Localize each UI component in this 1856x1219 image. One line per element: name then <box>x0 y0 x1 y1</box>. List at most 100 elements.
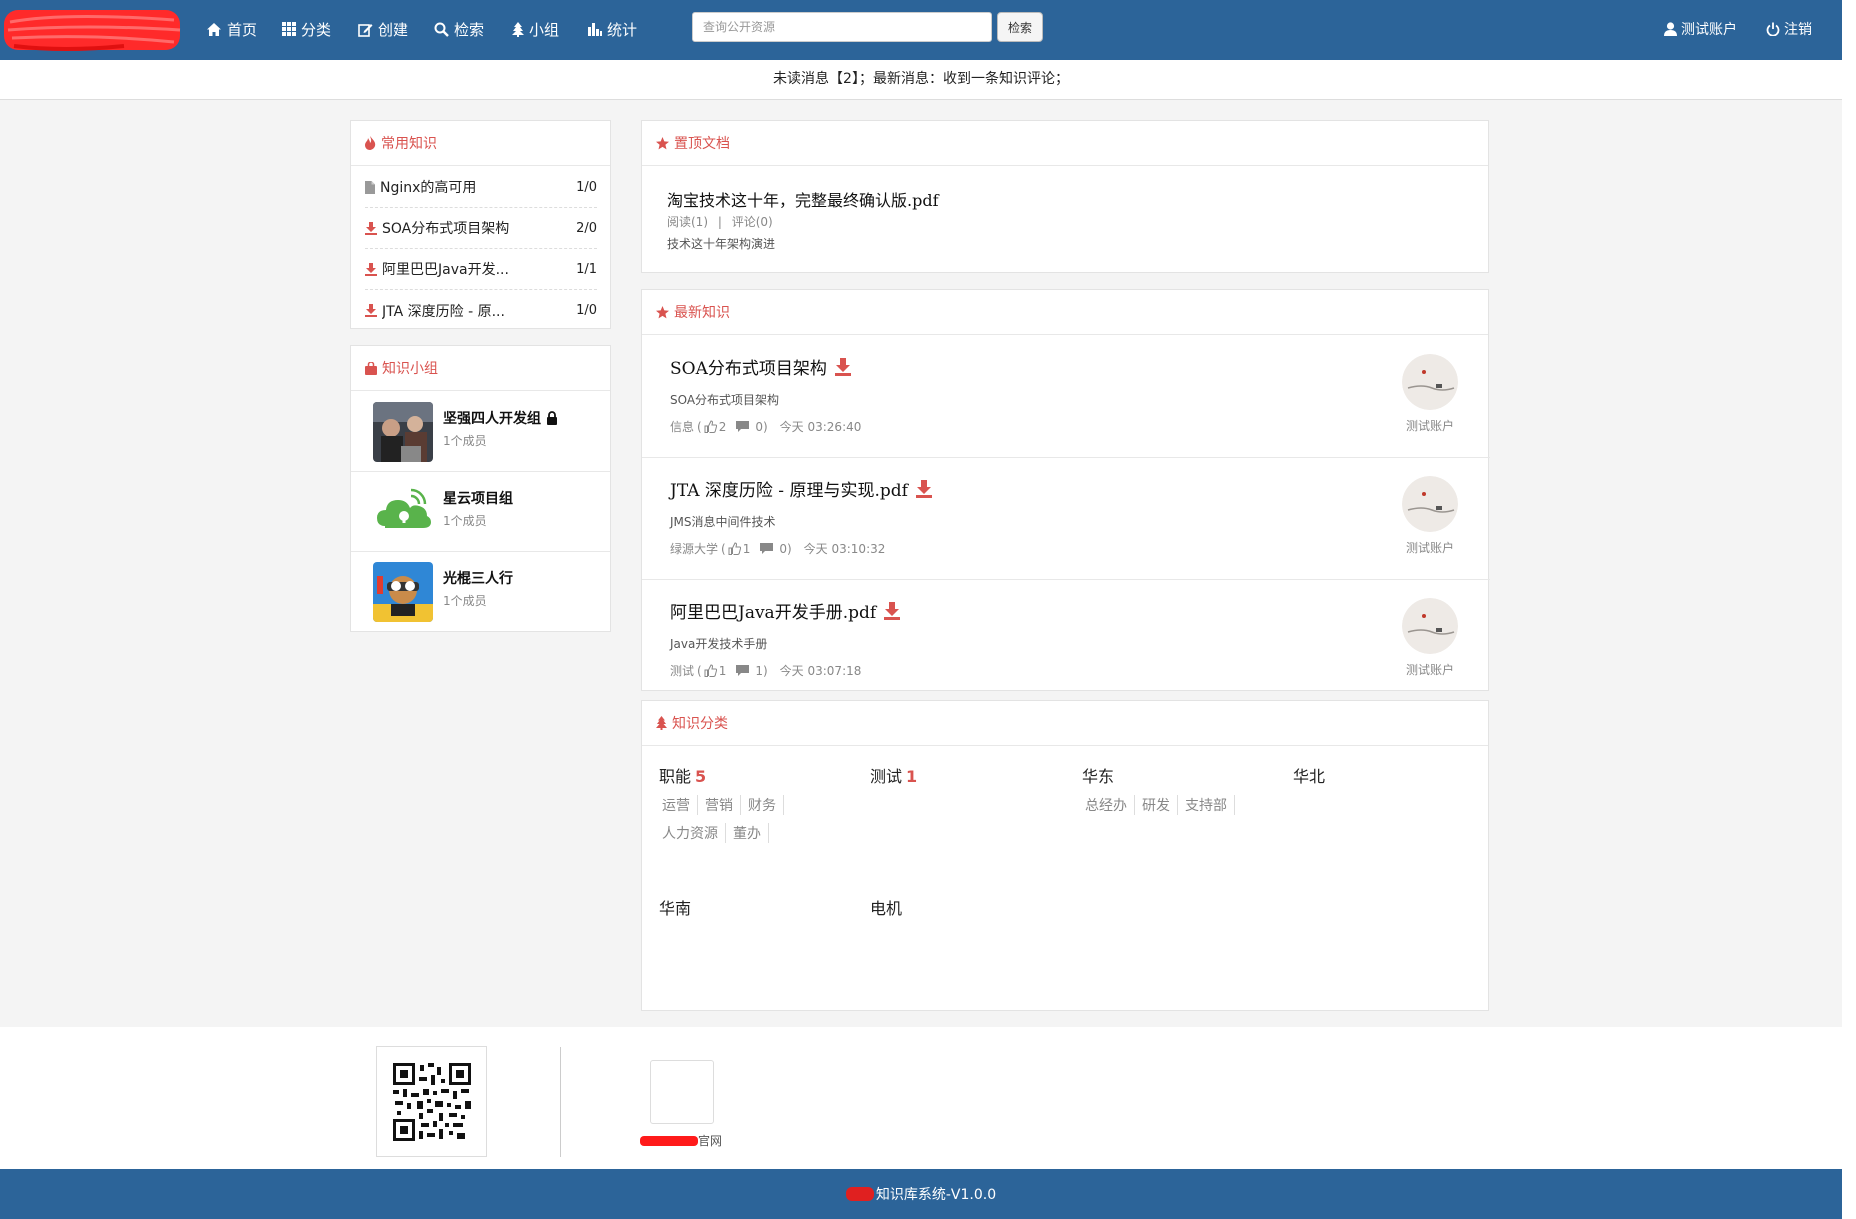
knowledge-category[interactable]: 绿源大学 <box>670 540 718 557</box>
category-group: 华东 总经办 研发 支持部 <box>1082 763 1282 823</box>
category-name: 职能 <box>659 767 692 786</box>
knowledge-title[interactable]: JTA 深度历险 - 原理与实现.pdf <box>670 476 932 501</box>
common-knowledge-item[interactable]: JTA 深度历险 - 原... 1/0 <box>365 290 597 331</box>
pinned-doc-meta: 阅读(1) | 评论(0) <box>667 213 773 230</box>
group-item[interactable]: 星云项目组 1个成员 <box>351 472 610 552</box>
thumbs-up-icon[interactable] <box>704 420 717 433</box>
category-sub[interactable]: 财务 <box>745 795 784 815</box>
group-item[interactable]: 光棍三人行 1个成员 <box>351 552 610 632</box>
category-sub[interactable]: 支持部 <box>1182 795 1235 815</box>
author-name[interactable]: 测试账户 <box>1382 539 1478 556</box>
category-sub[interactable]: 人力资源 <box>659 823 726 843</box>
notice-bar[interactable]: 未读消息【2】；最新消息：收到一条知识评论； <box>0 60 1842 100</box>
home-icon <box>207 22 221 36</box>
knowledge-item: 阿里巴巴Java开发手册.pdf Java开发技术手册 测试 ( 1 1 ) 今… <box>642 580 1490 690</box>
user-icon <box>1664 22 1677 36</box>
nav-stats[interactable]: 统计 <box>588 0 637 58</box>
knowledge-comments: 1 <box>755 663 763 678</box>
knowledge-groups-panel: 知识小组 坚强四人开发组 1个成员 星云项目组 1个成员 光棍三人行 1个成员 <box>350 345 611 632</box>
download-icon[interactable] <box>884 601 901 620</box>
knowledge-title[interactable]: SOA分布式项目架构 <box>670 354 851 379</box>
category-name: 华南 <box>659 899 692 918</box>
grid-icon <box>282 22 296 36</box>
download-icon[interactable] <box>915 479 932 498</box>
knowledge-item: SOA分布式项目架构 SOA分布式项目架构 信息 ( 2 0 ) 今天 03:2… <box>642 336 1490 458</box>
common-knowledge-item-title: SOA分布式项目架构 <box>382 221 510 237</box>
comment-icon[interactable] <box>760 542 774 555</box>
nav-home-label: 首页 <box>227 20 258 39</box>
nav-group[interactable]: 小组 <box>512 0 559 58</box>
category-head[interactable]: 华南 <box>659 895 859 919</box>
search-button[interactable]: 检索 <box>997 12 1043 42</box>
knowledge-meta: 绿源大学 ( 1 0 ) 今天 03:10:32 <box>670 540 886 557</box>
category-name: 测试 <box>870 767 903 786</box>
download-icon <box>365 262 377 276</box>
common-knowledge-item[interactable]: Nginx的高可用 1/0 <box>365 167 597 208</box>
official-site-link[interactable]: 官网 <box>640 1132 722 1149</box>
nav-search-label: 检索 <box>454 20 485 39</box>
knowledge-desc: JMS消息中间件技术 <box>670 515 776 529</box>
top-navbar: 首页 分类 创建 检索 小组 统计 检索 测试账户 注销 <box>0 0 1842 60</box>
footer: 官网 <box>0 1027 1842 1169</box>
category-head[interactable]: 测试 1 <box>870 763 1070 787</box>
comment-icon[interactable] <box>736 420 750 433</box>
common-knowledge-item-title: JTA 深度历险 - 原... <box>382 303 505 320</box>
category-sub[interactable]: 研发 <box>1139 795 1178 815</box>
category-sub[interactable]: 运营 <box>659 795 698 815</box>
knowledge-categories-title: 知识分类 <box>672 716 728 732</box>
knowledge-title[interactable]: 阿里巴巴Java开发手册.pdf <box>670 598 901 623</box>
knowledge-title-text: JTA 深度历险 - 原理与实现.pdf <box>670 481 908 501</box>
knowledge-groups-title: 知识小组 <box>382 361 438 377</box>
logout-link[interactable]: 注销 <box>1766 0 1812 58</box>
pinned-doc-title[interactable]: 淘宝技术这十年，完整最终确认版.pdf <box>667 187 939 211</box>
category-head[interactable]: 职能 5 <box>659 763 859 787</box>
knowledge-time: 今天 03:26:40 <box>779 420 862 434</box>
user-label: 测试账户 <box>1681 22 1737 38</box>
common-knowledge-item[interactable]: SOA分布式项目架构 2/0 <box>365 208 597 249</box>
brand-logo[interactable] <box>4 8 184 52</box>
pinned-doc-reads: 阅读(1) <box>667 215 708 229</box>
comment-icon[interactable] <box>736 664 750 677</box>
category-sub[interactable]: 总经办 <box>1082 795 1135 815</box>
author-avatar[interactable] <box>1402 476 1458 532</box>
author-name[interactable]: 测试账户 <box>1382 417 1478 434</box>
star-icon <box>656 136 669 149</box>
nav-create[interactable]: 创建 <box>358 0 408 58</box>
group-avatar <box>373 402 433 462</box>
nav-home[interactable]: 首页 <box>206 0 257 58</box>
common-knowledge-panel: 常用知识 Nginx的高可用 1/0 SOA分布式项目架构 2/0 阿里巴巴Ja… <box>350 120 611 329</box>
knowledge-item: JTA 深度历险 - 原理与实现.pdf JMS消息中间件技术 绿源大学 ( 1… <box>642 458 1490 580</box>
category-sub[interactable]: 营销 <box>702 795 741 815</box>
knowledge-title-text: 阿里巴巴Java开发手册.pdf <box>670 603 877 623</box>
group-item[interactable]: 坚强四人开发组 1个成员 <box>351 392 610 472</box>
bar-chart-icon <box>588 23 602 36</box>
category-sub[interactable]: 董办 <box>730 823 769 843</box>
group-member-count: 1个成员 <box>443 594 487 608</box>
search-input[interactable] <box>693 13 991 41</box>
group-name-text: 光棍三人行 <box>443 571 513 587</box>
download-icon[interactable] <box>834 357 851 376</box>
category-subs: 人力资源 董办 <box>659 823 773 843</box>
thumbs-up-icon[interactable] <box>704 664 717 677</box>
thumbs-up-icon[interactable] <box>728 542 741 555</box>
category-head[interactable]: 华北 <box>1293 763 1473 787</box>
pinned-doc-desc: 技术这十年架构演进 <box>667 237 776 251</box>
knowledge-category[interactable]: 测试 <box>670 662 694 679</box>
user-account-link[interactable]: 测试账户 <box>1664 0 1737 58</box>
nav-category[interactable]: 分类 <box>282 0 331 58</box>
author-avatar[interactable] <box>1402 354 1458 410</box>
pinned-docs-panel: 置顶文档 淘宝技术这十年，完整最终确认版.pdf 阅读(1) | 评论(0) 技… <box>641 120 1489 273</box>
category-group: 职能 5 运营 营销 财务 人力资源 董办 <box>659 763 859 863</box>
redacted-site-name <box>640 1135 698 1146</box>
knowledge-category[interactable]: 信息 <box>670 418 694 435</box>
redacted-org-name <box>845 1187 874 1201</box>
latest-knowledge-header: 最新知识 <box>642 290 1488 335</box>
site-logo[interactable] <box>650 1060 714 1124</box>
nav-search[interactable]: 检索 <box>434 0 484 58</box>
star-icon <box>656 305 669 318</box>
common-knowledge-item[interactable]: 阿里巴巴Java开发... 1/1 <box>365 249 597 290</box>
category-head[interactable]: 华东 <box>1082 763 1282 787</box>
category-head[interactable]: 电机 <box>870 895 1070 919</box>
author-avatar[interactable] <box>1402 598 1458 654</box>
author-name[interactable]: 测试账户 <box>1382 661 1478 678</box>
